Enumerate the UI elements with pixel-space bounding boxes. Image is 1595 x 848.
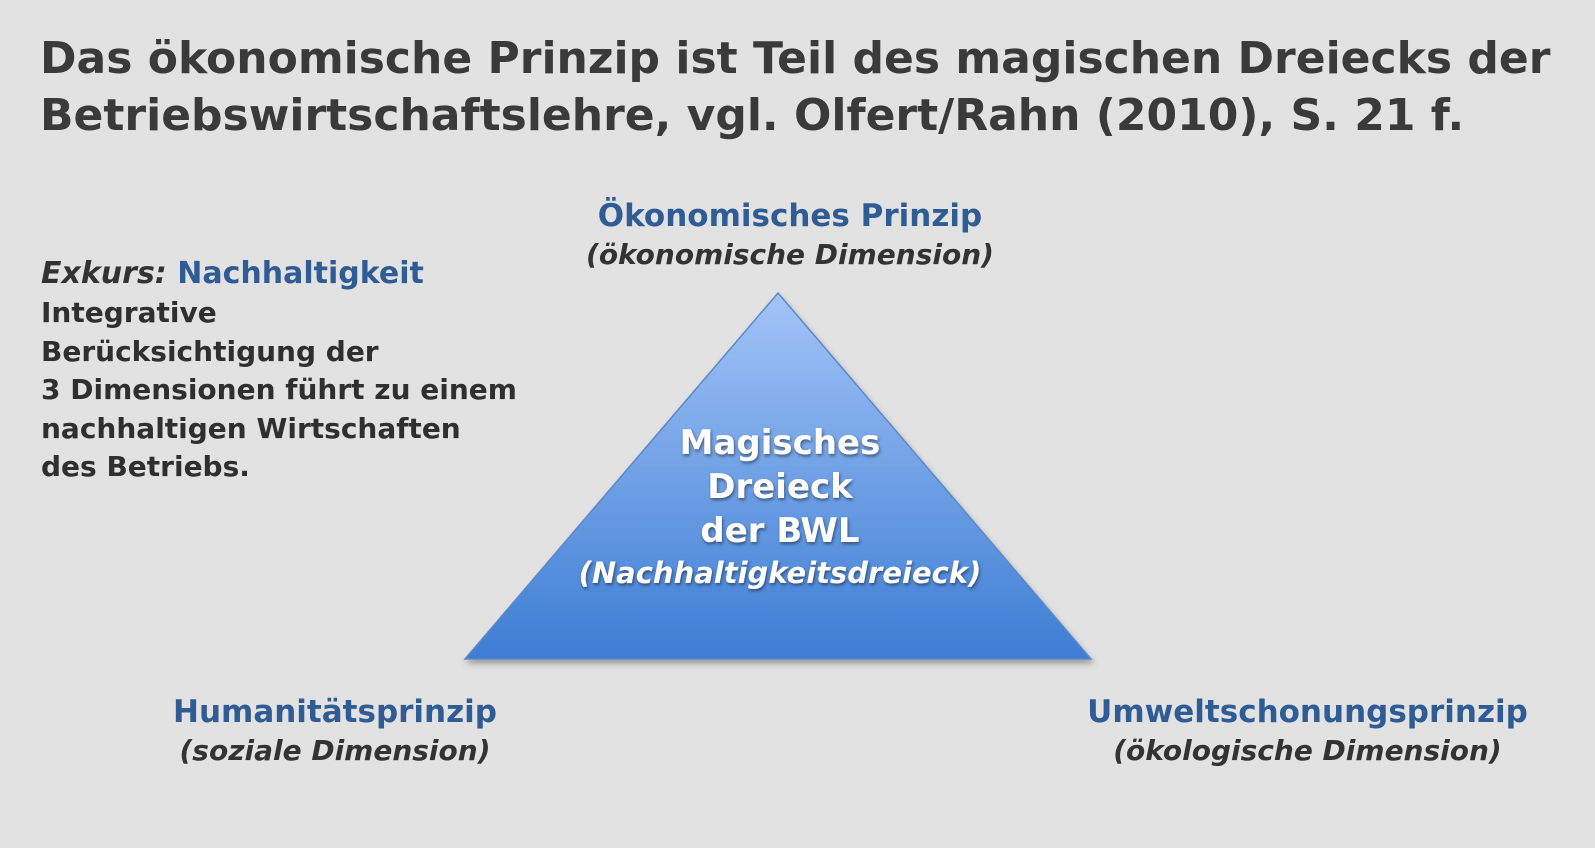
slide-title-line-2: Betriebswirtschaftslehre, vgl. Olfert/Ra… <box>40 90 1465 141</box>
slide-title: Das ökonomische Prinzip ist Teil des mag… <box>40 30 1560 144</box>
principle-ecological-dimension: (ökologische Dimension) <box>1113 734 1502 767</box>
magic-triangle: Magisches Dreieck der BWL (Nachhaltigkei… <box>455 283 1105 673</box>
principle-ecological: Umweltschonungsprinzip (ökologische Dime… <box>1060 692 1555 770</box>
slide: Das ökonomische Prinzip ist Teil des mag… <box>0 0 1595 848</box>
principle-economic: Ökonomisches Prinzip (ökonomische Dimens… <box>560 196 1020 274</box>
triangle-subtitle: (Nachhaltigkeitsdreieck) <box>578 556 982 590</box>
triangle-label-line: Magisches <box>679 423 881 463</box>
exkurs-topic: Nachhaltigkeit <box>177 256 424 291</box>
principle-ecological-name: Umweltschonungsprinzip <box>1087 694 1528 730</box>
triangle-label-line: Dreieck <box>707 467 853 507</box>
slide-title-line-1: Das ökonomische Prinzip ist Teil des mag… <box>40 33 1551 84</box>
triangle-label-line: der BWL <box>700 511 860 551</box>
principle-economic-name: Ökonomisches Prinzip <box>597 198 983 234</box>
principle-social: Humanitätsprinzip (soziale Dimension) <box>110 692 560 770</box>
triangle-label: Magisches Dreieck der BWL (Nachhaltigkei… <box>455 421 1105 593</box>
principle-social-name: Humanitätsprinzip <box>173 694 497 730</box>
exkurs-label: Exkurs: <box>41 256 167 291</box>
principle-economic-dimension: (ökonomische Dimension) <box>586 238 994 271</box>
principle-social-dimension: (soziale Dimension) <box>179 734 491 767</box>
